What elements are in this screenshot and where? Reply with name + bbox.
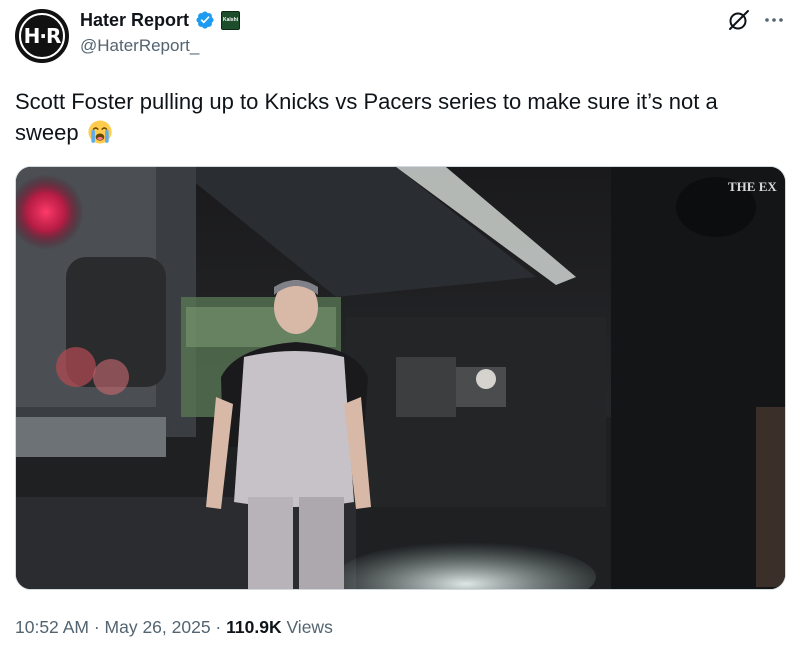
meta-separator: · — [210, 617, 227, 637]
tweet-meta: 10:52 AM · May 26, 2025 · 110.9K Views — [15, 617, 333, 638]
views-label: Views — [281, 617, 333, 637]
author-handle[interactable]: @HaterReport_ — [80, 36, 199, 56]
meta-separator: · — [88, 617, 105, 637]
author-name-row: Hater Report Kalshi — [80, 9, 241, 31]
more-icon[interactable] — [762, 8, 786, 32]
tweet-text: Scott Foster pulling up to Knicks vs Pac… — [15, 86, 785, 148]
loudly-crying-face-emoji — [88, 120, 112, 144]
grok-icon[interactable] — [727, 8, 751, 32]
author-display-name[interactable]: Hater Report — [80, 10, 189, 31]
verified-icon — [196, 11, 214, 29]
tweet-text-body: Scott Foster pulling up to Knicks vs Pac… — [15, 89, 718, 145]
tweet-date[interactable]: May 26, 2025 — [105, 617, 211, 637]
tweet-video[interactable]: THE EX — [15, 166, 786, 590]
avatar-logo: H·R — [19, 13, 65, 59]
tweet-time[interactable]: 10:52 AM — [15, 617, 89, 637]
video-watermark: THE EX — [728, 179, 777, 194]
views-count: 110.9K — [226, 617, 282, 637]
avatar[interactable]: H·R — [15, 9, 69, 63]
affiliate-badge[interactable]: Kalshi — [221, 10, 241, 30]
video-frame: THE EX — [16, 167, 785, 589]
